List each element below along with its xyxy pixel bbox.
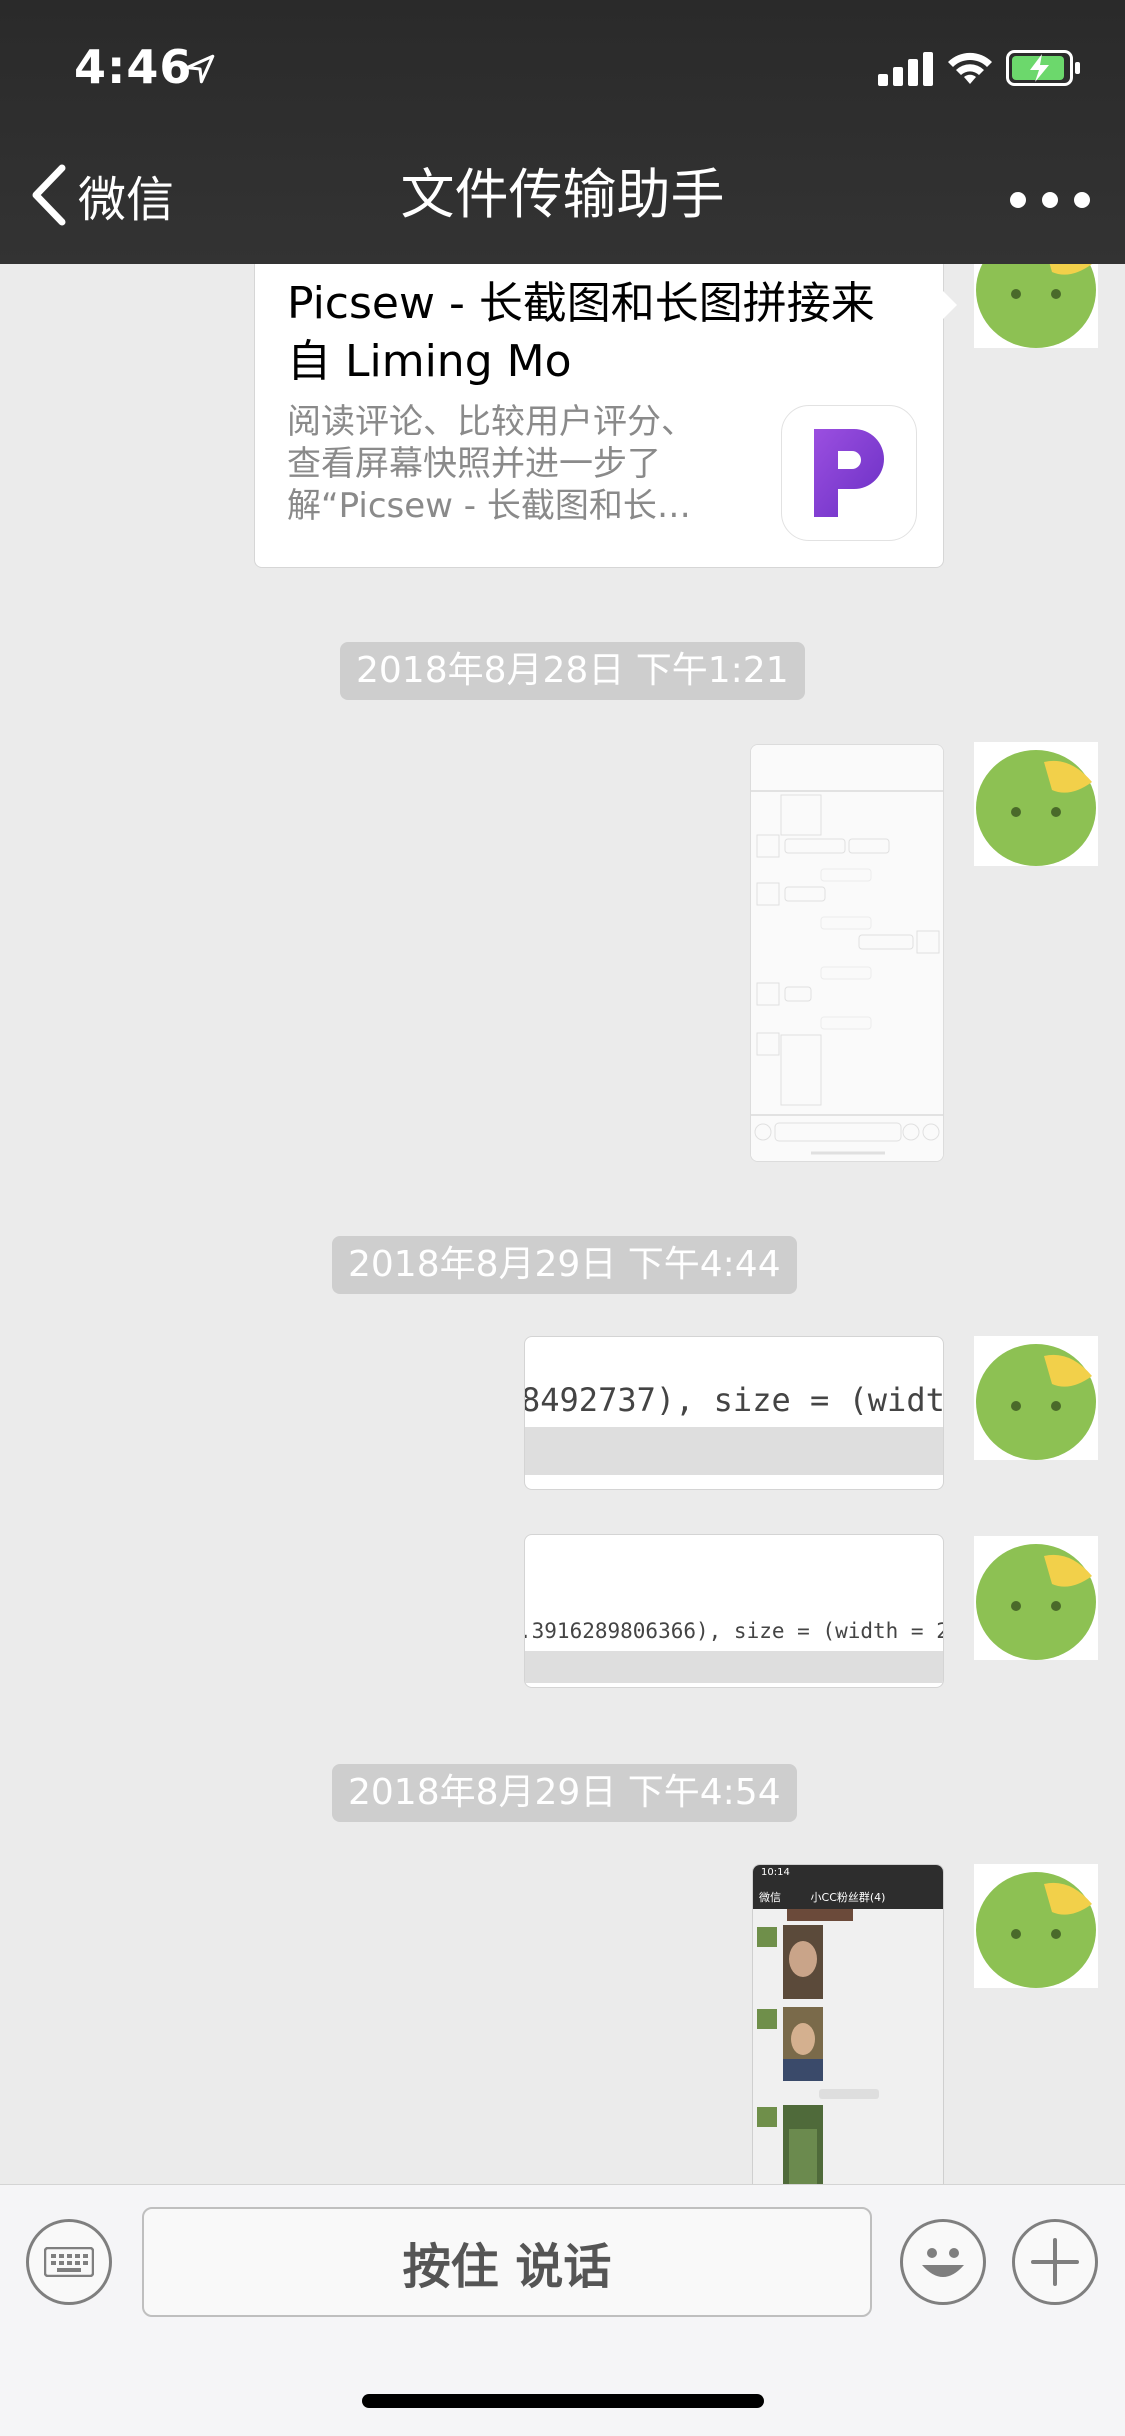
chat-screenshot-content xyxy=(753,1909,943,2184)
keyboard-icon[interactable] xyxy=(26,2219,112,2305)
image-gray-band xyxy=(525,1651,943,1683)
cellular-signal-icon xyxy=(878,52,933,86)
image-gray-band xyxy=(525,1427,943,1475)
image-message[interactable]: 10:14 微信 小CC粉丝群(4) xyxy=(752,1864,944,2184)
screenshot-time: 10:14 xyxy=(761,1867,790,1878)
avatar[interactable] xyxy=(974,1864,1098,1988)
cropped-image-text: 8492737), size = (width = xyxy=(524,1381,944,1419)
battery-charging-icon xyxy=(1006,50,1080,86)
more-dots-icon[interactable] xyxy=(1010,180,1090,220)
status-time: 4:46 xyxy=(74,40,193,94)
home-indicator[interactable] xyxy=(362,2394,764,2408)
wifi-icon xyxy=(948,52,992,84)
image-message[interactable]: .3916289806366), size = (width = 255.19 xyxy=(524,1534,944,1688)
avatar[interactable] xyxy=(974,742,1098,866)
avatar[interactable] xyxy=(974,1336,1098,1460)
link-card-message[interactable]: Picsew - 长截图和长图拼接来自 Liming Mo 阅读评论、比较用户评… xyxy=(254,264,957,568)
screenshot-nav-bar: 10:14 微信 小CC粉丝群(4) xyxy=(753,1865,943,1909)
chat-title: 文件传输助手 xyxy=(400,163,725,226)
image-message[interactable] xyxy=(750,744,944,1162)
cropped-image-text: .3916289806366), size = (width = 255.19 xyxy=(524,1619,943,1643)
location-arrow-icon xyxy=(185,54,215,84)
timestamp: 2018年8月29日 下午4:54 xyxy=(332,1764,797,1822)
picsew-app-icon xyxy=(781,405,917,541)
chat-message-list[interactable]: Picsew - 长截图和长图拼接来自 Liming Mo 阅读评论、比较用户评… xyxy=(0,264,1125,2184)
link-card-title: Picsew - 长截图和长图拼接来自 Liming Mo xyxy=(287,278,875,387)
avatar[interactable] xyxy=(974,264,1098,348)
image-message[interactable]: 8492737), size = (width = xyxy=(524,1336,944,1490)
screenshot-title: 小CC粉丝群(4) xyxy=(810,1891,886,1904)
timestamp: 2018年8月28日 下午1:21 xyxy=(340,642,805,700)
avatar[interactable] xyxy=(974,1536,1098,1660)
emoji-icon[interactable] xyxy=(900,2219,986,2305)
timestamp: 2018年8月29日 下午4:44 xyxy=(332,1236,797,1294)
hold-to-talk-button[interactable]: 按住 说话 xyxy=(142,2207,872,2317)
link-card-description: 阅读评论、比较用户评分、查看屏幕快照并进一步了解“Picsew - 长截图和长… xyxy=(287,402,695,526)
long-screenshot-thumbnail xyxy=(751,745,943,1161)
top-bar: 4:46 微信 文件传输助手 xyxy=(0,0,1125,264)
plus-icon[interactable] xyxy=(1012,2219,1098,2305)
